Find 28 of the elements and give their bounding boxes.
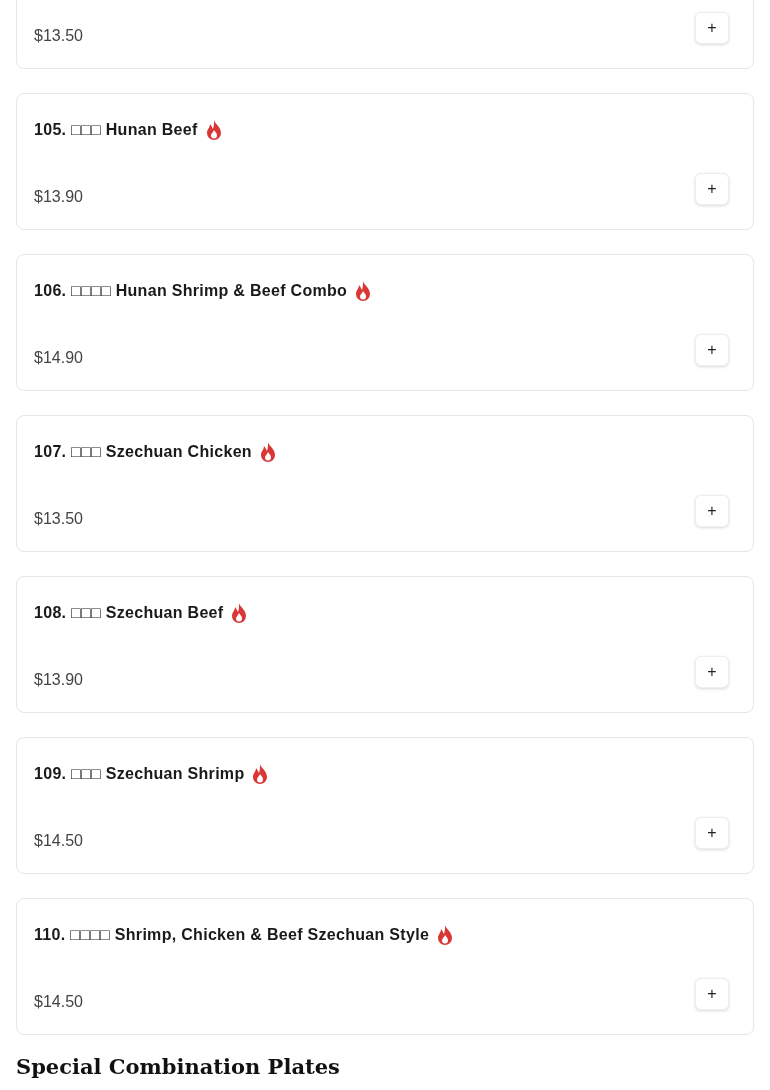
menu-item-card[interactable]: 106. □□□□ Hunan Shrimp & Beef Combo $14.90 +: [16, 254, 754, 391]
add-button[interactable]: +: [695, 173, 729, 205]
section-heading: Special Combination Plates: [16, 1056, 340, 1077]
menu-item-card[interactable]: 110. □□□□ Shrimp, Chicken & Beef Szechuan Style $14.50 +: [16, 898, 754, 1035]
add-button[interactable]: +: [695, 817, 729, 849]
item-title: 107. □□□ Szechuan Chicken: [34, 442, 252, 462]
item-price: $14.50: [34, 992, 83, 1012]
add-button[interactable]: +: [695, 334, 729, 366]
add-button[interactable]: +: [695, 495, 729, 527]
menu-item-card[interactable]: $13.50 +: [16, 0, 754, 69]
add-button[interactable]: +: [695, 12, 729, 44]
item-title: 105. □□□ Hunan Beef: [34, 120, 198, 140]
item-title: 110. □□□□ Shrimp, Chicken & Beef Szechuan Style: [34, 925, 430, 945]
item-price: $14.50: [34, 831, 83, 851]
item-price: $13.50: [34, 26, 83, 46]
item-price: $13.50: [34, 509, 83, 529]
item-price: $13.90: [34, 187, 83, 207]
item-title: 106. □□□□ Hunan Shrimp & Beef Combo: [34, 281, 348, 301]
menu-item-card[interactable]: 109. □□□ Szechuan Shrimp $14.50 +: [16, 737, 754, 874]
add-button[interactable]: +: [695, 978, 729, 1010]
item-title: 109. □□□ Szechuan Shrimp: [34, 764, 245, 784]
item-price: $14.90: [34, 348, 83, 368]
menu-item-card[interactable]: 107. □□□ Szechuan Chicken $13.50 +: [16, 415, 754, 552]
menu-item-card[interactable]: 108. □□□ Szechuan Beef $13.90 +: [16, 576, 754, 713]
item-price: $13.90: [34, 670, 83, 690]
menu-item-card[interactable]: 105. □□□ Hunan Beef $13.90 +: [16, 93, 754, 230]
add-button[interactable]: +: [695, 656, 729, 688]
item-title: 108. □□□ Szechuan Beef: [34, 603, 224, 623]
